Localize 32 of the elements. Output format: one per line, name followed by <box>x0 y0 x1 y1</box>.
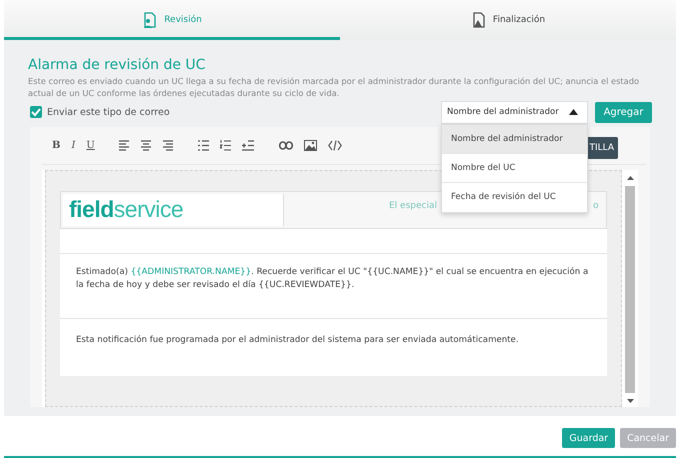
underline-button[interactable]: U <box>86 140 95 151</box>
email-message: Estimado(a) {{ADMINISTRATOR.NAME}}. Recuerde verificar el UC "{{UC.NAME}}" el cual se encuentra en ejecución a la fecha de hoy y debe ser revisado el día {{UC.REVIEWDATE}}. <box>60 254 607 319</box>
checkbox-label: Enviar este tipo de correo <box>47 106 170 118</box>
logo: fieldservice <box>63 194 283 226</box>
image-icon[interactable] <box>304 140 317 151</box>
scroll-down-icon[interactable] <box>626 399 634 403</box>
align-right-icon[interactable] <box>162 140 174 151</box>
caret-up-icon <box>569 109 578 115</box>
document-triangle-icon <box>470 12 486 28</box>
italic-button[interactable]: I <box>71 140 76 151</box>
document-person-icon <box>142 12 158 28</box>
indent-icon[interactable] <box>242 140 255 151</box>
link-icon[interactable] <box>278 140 293 151</box>
numbered-list-icon[interactable] <box>220 140 231 151</box>
email-footer: Esta notificación fue programada por el administrador del sistema para ser enviada automáticamente. <box>60 319 607 376</box>
bold-button[interactable]: B <box>52 140 60 151</box>
align-center-icon[interactable] <box>140 140 152 151</box>
section-title: Alarma de revisión de UC <box>28 56 206 74</box>
dropdown-option[interactable]: Nombre del UC <box>442 154 587 182</box>
tab[interactable]: Finalización <box>340 0 676 40</box>
tagline: o <box>593 201 599 213</box>
scroll-thumb[interactable] <box>625 186 635 393</box>
scroll-up-icon[interactable] <box>626 176 634 180</box>
code-icon[interactable] <box>328 140 342 151</box>
dropdown-option[interactable]: Nombre del administrador <box>442 124 587 154</box>
section-description: Este correo es enviado cuando un UC llega a su fecha de revisión marcada por el administrador durante la configuración del UC; anuncia el estado actual de un UC conforme las órdenes ejecutadas durante su ciclo de vida. <box>28 75 640 99</box>
align-left-icon[interactable] <box>118 140 130 151</box>
dropdown-option[interactable]: Fecha de revisión del UC <box>442 182 587 212</box>
bullet-list-icon[interactable] <box>198 140 209 151</box>
checkbox[interactable] <box>30 106 42 118</box>
check-icon <box>31 107 41 117</box>
tagline: El especial <box>389 201 437 213</box>
